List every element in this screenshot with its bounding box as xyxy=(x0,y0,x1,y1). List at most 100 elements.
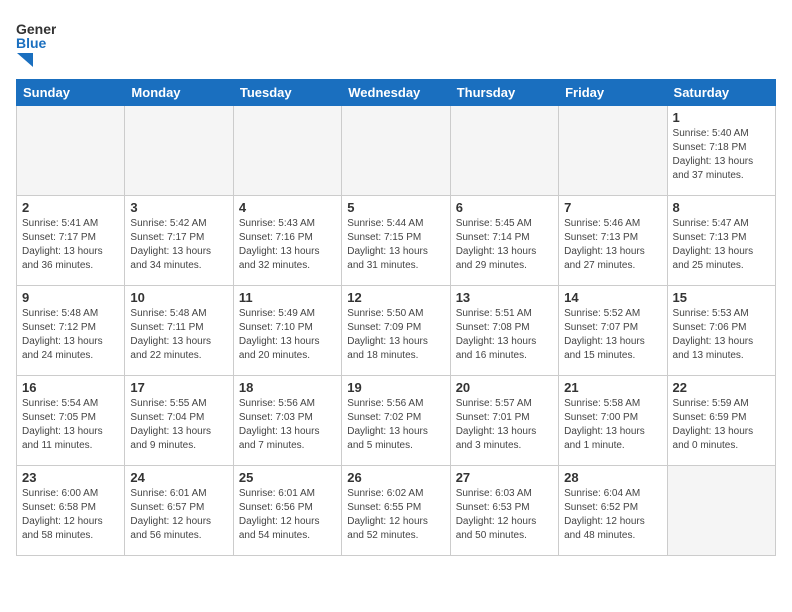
day-info: Sunrise: 5:56 AM Sunset: 7:02 PM Dayligh… xyxy=(347,397,444,453)
day-number: 20 xyxy=(456,380,553,395)
day-number: 11 xyxy=(239,290,336,305)
day-number: 6 xyxy=(456,200,553,215)
day-info: Sunrise: 5:49 AM Sunset: 7:10 PM Dayligh… xyxy=(239,307,336,363)
day-number: 7 xyxy=(564,200,661,215)
calendar-cell: 22 Sunrise: 5:59 AM Sunset: 6:59 PM Dayli… xyxy=(667,376,775,466)
day-number: 21 xyxy=(564,380,661,395)
weekday-header-thursday: Thursday xyxy=(450,80,558,106)
calendar-cell xyxy=(559,106,667,196)
calendar-cell: 26 Sunrise: 6:02 AM Sunset: 6:55 PM Dayli… xyxy=(342,466,450,556)
day-number: 22 xyxy=(673,380,770,395)
day-info: Sunrise: 5:47 AM Sunset: 7:13 PM Dayligh… xyxy=(673,217,770,273)
calendar-cell: 12 Sunrise: 5:50 AM Sunset: 7:09 PM Dayli… xyxy=(342,286,450,376)
day-number: 14 xyxy=(564,290,661,305)
day-info: Sunrise: 5:56 AM Sunset: 7:03 PM Dayligh… xyxy=(239,397,336,453)
day-number: 18 xyxy=(239,380,336,395)
calendar-cell: 8Sunrise: 5:47 AM Sunset: 7:13 PM Daylig… xyxy=(667,196,775,286)
svg-text:Blue: Blue xyxy=(16,35,47,51)
day-info: Sunrise: 5:41 AM Sunset: 7:17 PM Dayligh… xyxy=(22,217,119,273)
calendar-cell: 19 Sunrise: 5:56 AM Sunset: 7:02 PM Dayli… xyxy=(342,376,450,466)
day-info: Sunrise: 6:03 AM Sunset: 6:53 PM Dayligh… xyxy=(456,487,553,543)
day-number: 28 xyxy=(564,470,661,485)
calendar-cell: 10 Sunrise: 5:48 AM Sunset: 7:11 PM Dayli… xyxy=(125,286,233,376)
calendar-cell xyxy=(450,106,558,196)
calendar-cell: 11 Sunrise: 5:49 AM Sunset: 7:10 PM Dayli… xyxy=(233,286,341,376)
calendar-cell: 24 Sunrise: 6:01 AM Sunset: 6:57 PM Dayli… xyxy=(125,466,233,556)
day-info: Sunrise: 5:50 AM Sunset: 7:09 PM Dayligh… xyxy=(347,307,444,363)
day-info: Sunrise: 5:54 AM Sunset: 7:05 PM Dayligh… xyxy=(22,397,119,453)
day-info: Sunrise: 5:42 AM Sunset: 7:17 PM Dayligh… xyxy=(130,217,227,273)
week-row-0: 1 Sunrise: 5:40 AM Sunset: 7:18 PM Daylig… xyxy=(17,106,776,196)
day-number: 26 xyxy=(347,470,444,485)
day-number: 19 xyxy=(347,380,444,395)
day-number: 10 xyxy=(130,290,227,305)
day-info: Sunrise: 6:01 AM Sunset: 6:56 PM Dayligh… xyxy=(239,487,336,543)
day-info: Sunrise: 5:59 AM Sunset: 6:59 PM Dayligh… xyxy=(673,397,770,453)
day-info: Sunrise: 5:46 AM Sunset: 7:13 PM Dayligh… xyxy=(564,217,661,273)
calendar-cell: 13Sunrise: 5:51 AM Sunset: 7:08 PM Dayli… xyxy=(450,286,558,376)
week-row-3: 16 Sunrise: 5:54 AM Sunset: 7:05 PM Dayli… xyxy=(17,376,776,466)
day-number: 1 xyxy=(673,110,770,125)
calendar-cell: 17Sunrise: 5:55 AM Sunset: 7:04 PM Dayli… xyxy=(125,376,233,466)
day-info: Sunrise: 5:48 AM Sunset: 7:12 PM Dayligh… xyxy=(22,307,119,363)
day-number: 27 xyxy=(456,470,553,485)
calendar-cell: 3 Sunrise: 5:42 AM Sunset: 7:17 PM Daylig… xyxy=(125,196,233,286)
day-info: Sunrise: 5:40 AM Sunset: 7:18 PM Dayligh… xyxy=(673,127,770,183)
day-info: Sunrise: 5:52 AM Sunset: 7:07 PM Dayligh… xyxy=(564,307,661,363)
day-info: Sunrise: 6:02 AM Sunset: 6:55 PM Dayligh… xyxy=(347,487,444,543)
logo-icon: General Blue xyxy=(16,16,56,52)
calendar-cell: 14 Sunrise: 5:52 AM Sunset: 7:07 PM Dayli… xyxy=(559,286,667,376)
calendar-cell: 6Sunrise: 5:45 AM Sunset: 7:14 PM Daylig… xyxy=(450,196,558,286)
weekday-header-monday: Monday xyxy=(125,80,233,106)
day-number: 15 xyxy=(673,290,770,305)
calendar-cell: 21 Sunrise: 5:58 AM Sunset: 7:00 PM Dayli… xyxy=(559,376,667,466)
calendar-cell: 7 Sunrise: 5:46 AM Sunset: 7:13 PM Daylig… xyxy=(559,196,667,286)
calendar-cell: 28 Sunrise: 6:04 AM Sunset: 6:52 PM Dayli… xyxy=(559,466,667,556)
logo-arrow-icon xyxy=(17,53,33,67)
day-number: 4 xyxy=(239,200,336,215)
calendar-cell xyxy=(233,106,341,196)
day-info: Sunrise: 6:00 AM Sunset: 6:58 PM Dayligh… xyxy=(22,487,119,543)
day-info: Sunrise: 5:53 AM Sunset: 7:06 PM Dayligh… xyxy=(673,307,770,363)
day-number: 12 xyxy=(347,290,444,305)
day-info: Sunrise: 5:58 AM Sunset: 7:00 PM Dayligh… xyxy=(564,397,661,453)
calendar-cell: 15 Sunrise: 5:53 AM Sunset: 7:06 PM Dayli… xyxy=(667,286,775,376)
day-number: 3 xyxy=(130,200,227,215)
calendar-cell: 25Sunrise: 6:01 AM Sunset: 6:56 PM Dayli… xyxy=(233,466,341,556)
calendar-cell: 20Sunrise: 5:57 AM Sunset: 7:01 PM Dayli… xyxy=(450,376,558,466)
day-number: 24 xyxy=(130,470,227,485)
day-number: 13 xyxy=(456,290,553,305)
logo: General Blue xyxy=(16,16,56,67)
calendar-cell xyxy=(125,106,233,196)
calendar-cell: 5 Sunrise: 5:44 AM Sunset: 7:15 PM Daylig… xyxy=(342,196,450,286)
day-info: Sunrise: 6:01 AM Sunset: 6:57 PM Dayligh… xyxy=(130,487,227,543)
day-info: Sunrise: 6:04 AM Sunset: 6:52 PM Dayligh… xyxy=(564,487,661,543)
calendar-cell xyxy=(667,466,775,556)
calendar-cell: 1 Sunrise: 5:40 AM Sunset: 7:18 PM Daylig… xyxy=(667,106,775,196)
day-info: Sunrise: 5:44 AM Sunset: 7:15 PM Dayligh… xyxy=(347,217,444,273)
day-info: Sunrise: 5:48 AM Sunset: 7:11 PM Dayligh… xyxy=(130,307,227,363)
day-number: 5 xyxy=(347,200,444,215)
calendar-cell: 23 Sunrise: 6:00 AM Sunset: 6:58 PM Dayli… xyxy=(17,466,125,556)
calendar-cell: 27 Sunrise: 6:03 AM Sunset: 6:53 PM Dayli… xyxy=(450,466,558,556)
calendar-cell xyxy=(342,106,450,196)
weekday-header-tuesday: Tuesday xyxy=(233,80,341,106)
calendar-cell: 9Sunrise: 5:48 AM Sunset: 7:12 PM Daylig… xyxy=(17,286,125,376)
page-header: General Blue xyxy=(16,16,776,67)
weekday-header-friday: Friday xyxy=(559,80,667,106)
day-number: 23 xyxy=(22,470,119,485)
weekday-header-saturday: Saturday xyxy=(667,80,775,106)
weekday-header-row: SundayMondayTuesdayWednesdayThursdayFrid… xyxy=(17,80,776,106)
week-row-4: 23 Sunrise: 6:00 AM Sunset: 6:58 PM Dayli… xyxy=(17,466,776,556)
day-number: 16 xyxy=(22,380,119,395)
calendar-cell: 16 Sunrise: 5:54 AM Sunset: 7:05 PM Dayli… xyxy=(17,376,125,466)
calendar-table: SundayMondayTuesdayWednesdayThursdayFrid… xyxy=(16,79,776,556)
week-row-1: 2 Sunrise: 5:41 AM Sunset: 7:17 PM Daylig… xyxy=(17,196,776,286)
calendar-cell xyxy=(17,106,125,196)
day-info: Sunrise: 5:43 AM Sunset: 7:16 PM Dayligh… xyxy=(239,217,336,273)
day-number: 2 xyxy=(22,200,119,215)
calendar-cell: 18 Sunrise: 5:56 AM Sunset: 7:03 PM Dayli… xyxy=(233,376,341,466)
weekday-header-wednesday: Wednesday xyxy=(342,80,450,106)
week-row-2: 9Sunrise: 5:48 AM Sunset: 7:12 PM Daylig… xyxy=(17,286,776,376)
day-info: Sunrise: 5:55 AM Sunset: 7:04 PM Dayligh… xyxy=(130,397,227,453)
